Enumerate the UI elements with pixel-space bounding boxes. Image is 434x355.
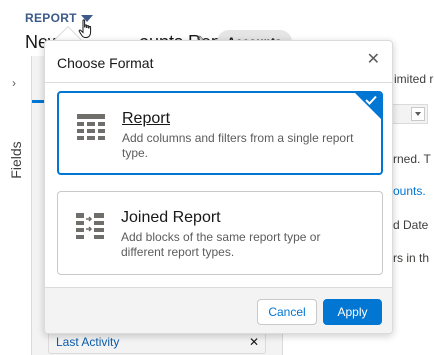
- format-option-description: Add columns and filters from a single re…: [122, 131, 354, 160]
- preview-text: d Date: [393, 218, 429, 232]
- popover-footer: Cancel Apply: [45, 287, 392, 333]
- fields-rail[interactable]: › Fields: [0, 56, 32, 355]
- object-type-label[interactable]: REPORT: [25, 11, 77, 25]
- tabular-report-icon: [77, 114, 105, 140]
- joined-report-icon: [76, 213, 104, 239]
- chevron-right-icon[interactable]: ›: [12, 76, 16, 90]
- format-option-title: Joined Report: [121, 209, 221, 226]
- apply-button[interactable]: Apply: [323, 299, 382, 325]
- preview-text: rned. T: [393, 152, 431, 166]
- popover-title: Choose Format: [57, 55, 154, 71]
- format-option-description: Add blocks of the same report type or di…: [121, 230, 321, 259]
- format-option-title: Report: [122, 110, 171, 127]
- cancel-button[interactable]: Cancel: [257, 299, 317, 325]
- choose-format-popover: Choose Format ✕ Report Add columns and f…: [44, 40, 393, 334]
- limited-results-text: imited r: [394, 72, 434, 86]
- format-option-joined-report[interactable]: Joined Report Add blocks of the same rep…: [57, 191, 383, 275]
- remove-icon[interactable]: ✕: [249, 331, 259, 353]
- format-option-report[interactable]: Report Add columns and filters from a si…: [57, 91, 383, 175]
- preview-link[interactable]: ounts.: [393, 184, 426, 198]
- chevron-down-icon[interactable]: [411, 107, 425, 121]
- fields-rail-label[interactable]: Fields: [8, 130, 24, 190]
- close-icon[interactable]: ✕: [367, 52, 380, 68]
- preview-text: rs in th: [393, 251, 430, 265]
- popover-header: Choose Format ✕: [45, 41, 392, 83]
- check-icon: [365, 95, 377, 105]
- column-chip-label: Last Activity: [56, 335, 120, 349]
